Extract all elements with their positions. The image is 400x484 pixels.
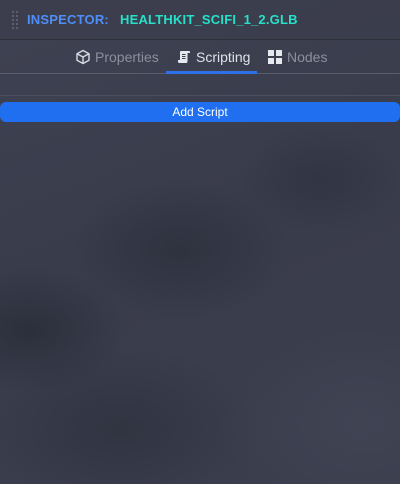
inspector-tabs: Properties Scripting Nodes [0, 40, 400, 74]
tab-properties-label: Properties [95, 49, 159, 65]
drag-handle-icon[interactable] [12, 11, 18, 29]
add-script-button[interactable]: Add Script [0, 102, 400, 122]
tab-nodes[interactable]: Nodes [267, 40, 327, 74]
inspected-file-name: HEALTHKIT_SCIFI_1_2.GLB [120, 12, 298, 27]
section-divider [0, 95, 400, 96]
tab-scripting[interactable]: Scripting [176, 40, 250, 74]
inspector-label: INSPECTOR: [27, 12, 109, 27]
scroll-icon [176, 49, 192, 65]
grid-icon [267, 49, 283, 65]
tab-scripting-label: Scripting [196, 49, 251, 65]
tab-nodes-label: Nodes [287, 49, 328, 65]
inspector-panel: INSPECTOR: HEALTHKIT_SCIFI_1_2.GLB Prope… [0, 0, 400, 484]
cube-icon [75, 49, 91, 65]
active-tab-indicator [166, 71, 257, 74]
tab-properties[interactable]: Properties [75, 40, 159, 74]
inspector-header: INSPECTOR: HEALTHKIT_SCIFI_1_2.GLB [0, 0, 400, 40]
